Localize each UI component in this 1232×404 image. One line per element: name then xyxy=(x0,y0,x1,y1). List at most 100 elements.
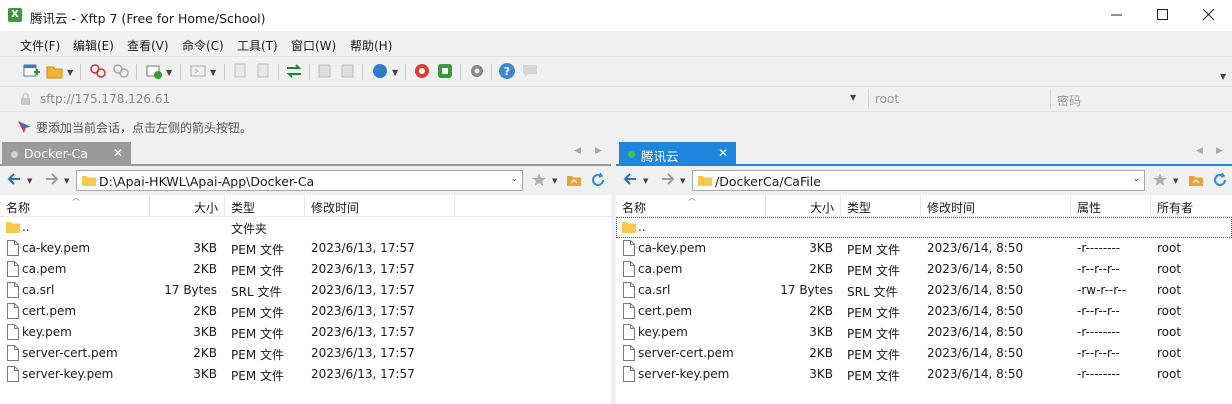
column-separator[interactable] xyxy=(840,195,841,217)
minimize-button[interactable] xyxy=(1094,0,1140,31)
close-tab-icon[interactable]: ✕ xyxy=(113,146,123,160)
help-button[interactable]: ? xyxy=(498,62,518,82)
maximize-button[interactable] xyxy=(1140,0,1186,31)
home-folder-icon[interactable] xyxy=(1188,172,1204,188)
password-input[interactable]: 密码 xyxy=(1050,89,1230,109)
local-path-input[interactable]: D:\Apai-HKWL\Apai-App\Docker-Ca ⌄ xyxy=(76,170,523,191)
column-header-modified[interactable]: 修改时间 xyxy=(311,199,359,216)
terminal-button[interactable] xyxy=(189,62,209,82)
transfer-dropdown[interactable]: ▼ xyxy=(166,68,172,77)
bookmark-star-icon[interactable] xyxy=(531,172,547,188)
column-separator[interactable] xyxy=(454,195,455,217)
back-arrow-icon[interactable] xyxy=(6,172,22,186)
menu-edit[interactable]: 编辑(E) xyxy=(73,37,114,54)
file-row[interactable]: server-cert.pem 2KB PEM 文件 2023/6/14, 8:50 -… xyxy=(616,343,1232,364)
column-header-modified[interactable]: 修改时间 xyxy=(927,199,975,216)
copy-button[interactable] xyxy=(231,62,251,82)
xftp-button[interactable] xyxy=(436,62,456,82)
options-button[interactable] xyxy=(468,62,488,82)
menu-help[interactable]: 帮助(H) xyxy=(350,37,392,54)
close-tab-icon[interactable]: ✕ xyxy=(718,146,728,160)
terminal-icon xyxy=(190,65,206,77)
column-header-type[interactable]: 类型 xyxy=(231,199,255,216)
open-session-dropdown[interactable]: ▼ xyxy=(67,68,73,77)
file-row[interactable]: ca.pem 2KB PEM 文件 2023/6/14, 8:50 -r--r--r--… xyxy=(616,259,1232,280)
menu-file[interactable]: 文件(F) xyxy=(20,37,60,54)
column-separator[interactable] xyxy=(224,195,225,217)
path-dropdown-icon[interactable]: ⌄ xyxy=(1132,174,1140,184)
tab-prev-icon[interactable]: ◀ xyxy=(574,146,581,156)
forward-dropdown-icon[interactable]: ▼ xyxy=(680,177,685,185)
parent-folder-row[interactable]: .. 文件夹 xyxy=(0,217,611,238)
menu-view[interactable]: 查看(V) xyxy=(127,37,169,54)
column-header-owner[interactable]: 所有者 xyxy=(1157,199,1193,216)
username-input[interactable]: root xyxy=(868,89,1048,109)
column-separator[interactable] xyxy=(1150,195,1151,217)
menu-tools[interactable]: 工具(T) xyxy=(237,37,278,54)
forward-arrow-icon[interactable] xyxy=(44,172,60,186)
column-header-size[interactable]: 大小 xyxy=(150,199,218,216)
back-dropdown-icon[interactable]: ▼ xyxy=(27,177,32,185)
column-header-name[interactable]: 名称 xyxy=(6,199,30,216)
file-row[interactable]: server-key.pem 3KB PEM 文件 2023/6/13, 17:57 xyxy=(0,364,611,385)
file-row[interactable]: server-key.pem 3KB PEM 文件 2023/6/14, 8:50 -r… xyxy=(616,364,1232,385)
column-separator[interactable] xyxy=(1070,195,1071,217)
back-dropdown-icon[interactable]: ▼ xyxy=(643,177,648,185)
add-session-arrow-icon[interactable] xyxy=(17,120,31,134)
sync-button[interactable] xyxy=(285,62,305,82)
toolbar-overflow-dropdown[interactable]: ▼ xyxy=(1220,72,1226,81)
file-row[interactable]: cert.pem 2KB PEM 文件 2023/6/14, 8:50 -r--r--r… xyxy=(616,301,1232,322)
tab-next-icon[interactable]: ▶ xyxy=(595,146,602,156)
menu-window[interactable]: 窗口(W) xyxy=(291,37,336,54)
column-separator[interactable] xyxy=(920,195,921,217)
forward-arrow-icon[interactable] xyxy=(660,172,676,186)
refresh-icon[interactable] xyxy=(1212,172,1228,188)
tab-prev-icon[interactable]: ◀ xyxy=(1196,146,1203,156)
disconnect-button[interactable] xyxy=(89,62,109,82)
tab-remote-tencent-cloud[interactable]: 腾讯云 ✕ xyxy=(619,142,736,166)
file-row[interactable]: ca.pem 2KB PEM 文件 2023/6/13, 17:57 xyxy=(0,259,611,280)
forward-dropdown-icon[interactable]: ▼ xyxy=(64,177,69,185)
host-address-input[interactable]: sftp://175.178.126.61 ▼ xyxy=(14,89,866,109)
parent-folder-row[interactable]: .. xyxy=(616,217,1232,238)
close-button[interactable] xyxy=(1186,0,1232,31)
address-dropdown-icon[interactable]: ▼ xyxy=(850,93,856,102)
chat-button[interactable] xyxy=(521,62,541,82)
back-arrow-icon[interactable] xyxy=(622,172,638,186)
menu-command[interactable]: 命令(C) xyxy=(182,37,224,54)
file-row[interactable]: key.pem 3KB PEM 文件 2023/6/13, 17:57 xyxy=(0,322,611,343)
column-header-attributes[interactable]: 属性 xyxy=(1077,199,1101,216)
open-session-button[interactable] xyxy=(46,62,66,82)
bookmark-dropdown-icon[interactable]: ▼ xyxy=(552,177,557,185)
properties-button[interactable] xyxy=(339,62,359,82)
reconnect-button[interactable] xyxy=(112,62,132,82)
column-header-size[interactable]: 大小 xyxy=(766,199,834,216)
tab-local-docker-ca[interactable]: Docker-Ca ✕ xyxy=(2,142,131,166)
new-file-transfer-button[interactable] xyxy=(145,62,165,82)
file-row[interactable]: ca.srl 17 Bytes SRL 文件 2023/6/14, 8:50 -rw-r… xyxy=(616,280,1232,301)
log-button[interactable] xyxy=(316,62,336,82)
new-session-icon xyxy=(23,64,40,77)
file-row[interactable]: cert.pem 2KB PEM 文件 2023/6/13, 17:57 xyxy=(0,301,611,322)
column-header-type[interactable]: 类型 xyxy=(847,199,871,216)
path-dropdown-icon[interactable]: ⌄ xyxy=(510,174,518,184)
encoding-dropdown[interactable]: ▼ xyxy=(392,68,398,77)
home-folder-icon[interactable] xyxy=(566,172,582,188)
refresh-icon[interactable] xyxy=(590,172,606,188)
column-separator[interactable] xyxy=(304,195,305,217)
bookmark-dropdown-icon[interactable]: ▼ xyxy=(1173,177,1178,185)
terminal-dropdown[interactable]: ▼ xyxy=(210,68,216,77)
file-row[interactable]: server-cert.pem 2KB PEM 文件 2023/6/13, 17:57 xyxy=(0,343,611,364)
column-header-name[interactable]: 名称 xyxy=(622,199,646,216)
file-row[interactable]: ca.srl 17 Bytes SRL 文件 2023/6/13, 17:57 xyxy=(0,280,611,301)
file-row[interactable]: key.pem 3KB PEM 文件 2023/6/14, 8:50 -r-------… xyxy=(616,322,1232,343)
tab-next-icon[interactable]: ▶ xyxy=(1216,146,1223,156)
file-row[interactable]: ca-key.pem 3KB PEM 文件 2023/6/13, 17:57 xyxy=(0,238,611,259)
xshell-button[interactable] xyxy=(413,62,433,82)
new-session-button[interactable] xyxy=(22,62,42,82)
remote-path-input[interactable]: /DockerCa/CaFile ⌄ xyxy=(692,170,1145,191)
encoding-button[interactable] xyxy=(371,62,391,82)
paste-button[interactable] xyxy=(254,62,274,82)
bookmark-star-icon[interactable] xyxy=(1152,172,1168,188)
file-row[interactable]: ca-key.pem 3KB PEM 文件 2023/6/14, 8:50 -r----… xyxy=(616,238,1232,259)
